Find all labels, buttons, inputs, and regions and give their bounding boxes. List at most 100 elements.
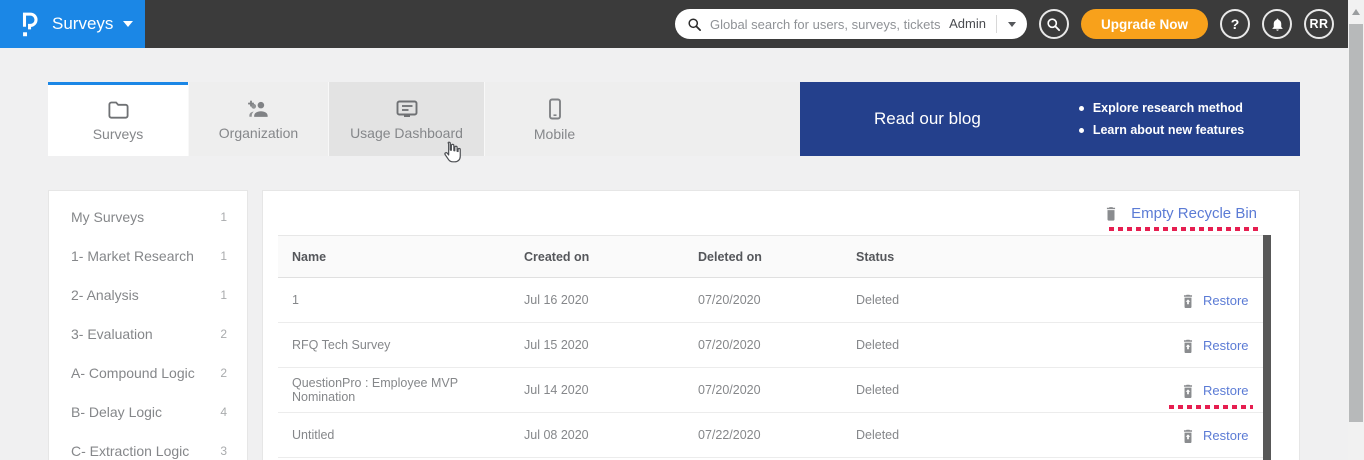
trash-restore-icon — [1181, 428, 1195, 443]
global-search: Admin — [675, 9, 1027, 39]
sidebar-item-count: 1 — [220, 288, 227, 302]
upgrade-now-button[interactable]: Upgrade Now — [1081, 9, 1208, 39]
cell-status: Deleted — [856, 383, 1181, 397]
cell-name: Untitled — [292, 428, 524, 442]
bell-icon — [1270, 17, 1285, 32]
sidebar-item-label: 1- Market Research — [71, 248, 194, 264]
tab-surveys-label: Surveys — [93, 127, 144, 141]
global-search-input[interactable] — [710, 17, 943, 32]
tab-surveys[interactable]: Surveys — [48, 82, 188, 156]
smartphone-icon — [548, 98, 562, 120]
sidebar-item-my-surveys[interactable]: My Surveys 1 — [49, 197, 247, 236]
cell-created-on: Jul 15 2020 — [524, 338, 698, 352]
dashboard-list-icon — [395, 99, 419, 119]
chevron-down-icon — [123, 21, 133, 27]
column-header-status: Status — [856, 250, 1181, 264]
column-header-created-on: Created on — [524, 250, 698, 264]
banner-bullet-text: Learn about new features — [1093, 123, 1244, 137]
sidebar-item-compound-logic[interactable]: A- Compound Logic 2 — [49, 353, 247, 392]
page-scrollbar-thumb[interactable] — [1349, 24, 1363, 422]
restore-button[interactable]: Restore — [1181, 293, 1263, 308]
cell-name: RFQ Tech Survey — [292, 338, 524, 352]
trash-restore-icon — [1181, 293, 1195, 308]
annotation-restore-underline — [1169, 405, 1253, 409]
table-scrollbar[interactable] — [1263, 235, 1271, 460]
blog-promo-banner[interactable]: Read our blog Explore research method Le… — [800, 82, 1300, 156]
cell-name: QuestionPro : Employee MVP Nomination — [292, 376, 524, 404]
restore-button[interactable]: Restore — [1181, 428, 1263, 443]
cell-deleted-on: 07/20/2020 — [698, 293, 856, 307]
sidebar-item-label: C- Extraction Logic — [71, 443, 189, 459]
sidebar-item-extraction-logic[interactable]: C- Extraction Logic 3 — [49, 431, 247, 460]
cell-deleted-on: 07/22/2020 — [698, 428, 856, 442]
sidebar-item-count: 2 — [220, 366, 227, 380]
page-scrollbar[interactable] — [1348, 0, 1364, 460]
tab-organization[interactable]: Organization — [188, 82, 328, 156]
tab-mobile[interactable]: Mobile — [484, 82, 624, 156]
tab-organization-label: Organization — [219, 126, 298, 140]
restore-button[interactable]: Restore — [1181, 383, 1263, 398]
column-header-name: Name — [292, 250, 524, 264]
topbar: Surveys Admin Upgrade Now ? RR — [0, 0, 1348, 48]
trash-icon — [1104, 205, 1118, 221]
trash-restore-icon — [1181, 383, 1195, 398]
cell-name: 1 — [292, 293, 524, 307]
restore-label: Restore — [1203, 428, 1249, 443]
restore-button[interactable]: Restore — [1181, 338, 1263, 353]
sidebar-item-count: 3 — [220, 444, 227, 458]
user-avatar[interactable]: RR — [1304, 9, 1334, 39]
cell-deleted-on: 07/20/2020 — [698, 338, 856, 352]
table-row: QuestionPro : Employee MVP Nomination Ju… — [278, 368, 1263, 413]
sidebar-item-label: A- Compound Logic — [71, 365, 195, 381]
folder-icon — [107, 100, 130, 120]
sidebar-item-count: 2 — [220, 327, 227, 341]
cell-created-on: Jul 08 2020 — [524, 428, 698, 442]
restore-label: Restore — [1203, 293, 1249, 308]
table-row: RFQ Tech Survey Jul 15 2020 07/20/2020 D… — [278, 323, 1263, 368]
restore-label: Restore — [1203, 338, 1249, 353]
sidebar-item-label: 2- Analysis — [71, 287, 139, 303]
tab-strip-filler — [624, 82, 800, 156]
notifications-button[interactable] — [1262, 9, 1292, 39]
help-button[interactable]: ? — [1220, 9, 1250, 39]
scroll-up-arrow-icon[interactable] — [1352, 9, 1360, 15]
bullet-dot-icon — [1079, 106, 1084, 111]
tab-mobile-label: Mobile — [534, 127, 575, 141]
tab-usage-dashboard[interactable]: Usage Dashboard — [328, 82, 484, 156]
deleted-surveys-table: Name Created on Deleted on Status 1 Jul … — [278, 235, 1263, 458]
product-switcher[interactable]: Surveys — [52, 14, 133, 34]
search-icon — [687, 17, 702, 32]
bullet-dot-icon — [1079, 128, 1084, 133]
cell-deleted-on: 07/20/2020 — [698, 383, 856, 397]
chevron-down-icon — [1008, 22, 1016, 27]
sidebar-item-label: B- Delay Logic — [71, 404, 162, 420]
banner-bullet: Explore research method — [1079, 101, 1244, 115]
sidebar-item-analysis[interactable]: 2- Analysis 1 — [49, 275, 247, 314]
cell-created-on: Jul 14 2020 — [524, 383, 698, 397]
search-scope-dropdown[interactable] — [997, 22, 1027, 27]
trash-restore-icon — [1181, 338, 1195, 353]
cell-status: Deleted — [856, 428, 1181, 442]
tab-usage-dashboard-label: Usage Dashboard — [350, 126, 463, 140]
sidebar-item-count: 1 — [220, 249, 227, 263]
cell-status: Deleted — [856, 338, 1181, 352]
restore-label: Restore — [1203, 383, 1249, 398]
banner-bullet-list: Explore research method Learn about new … — [1079, 101, 1244, 137]
sidebar-item-market-research[interactable]: 1- Market Research 1 — [49, 236, 247, 275]
table-row: 1 Jul 16 2020 07/20/2020 Deleted Restore — [278, 278, 1263, 323]
tab-strip: Surveys Organization Usage Dashboard Mob… — [48, 82, 1300, 156]
banner-bullet: Learn about new features — [1079, 123, 1244, 137]
search-button[interactable] — [1039, 9, 1069, 39]
sidebar-item-evaluation[interactable]: 3- Evaluation 2 — [49, 314, 247, 353]
column-header-deleted-on: Deleted on — [698, 250, 856, 264]
cell-created-on: Jul 16 2020 — [524, 293, 698, 307]
empty-recycle-bin-label: Empty Recycle Bin — [1131, 205, 1257, 222]
table-header-row: Name Created on Deleted on Status — [278, 235, 1263, 278]
sidebar-item-count: 4 — [220, 405, 227, 419]
empty-recycle-bin-button[interactable]: Empty Recycle Bin — [1104, 205, 1257, 222]
banner-bullet-text: Explore research method — [1093, 101, 1243, 115]
sidebar-item-delay-logic[interactable]: B- Delay Logic 4 — [49, 392, 247, 431]
cell-status: Deleted — [856, 293, 1181, 307]
product-logo-box[interactable]: Surveys — [0, 0, 145, 48]
folders-sidebar: My Surveys 1 1- Market Research 1 2- Ana… — [48, 190, 248, 460]
